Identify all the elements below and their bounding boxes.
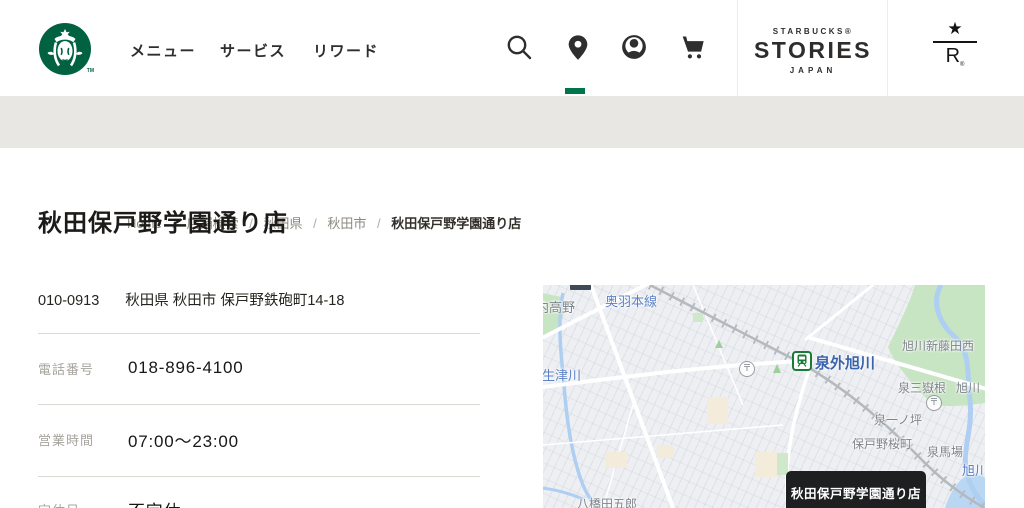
breadcrumb-separator: /: [376, 216, 381, 231]
store-locator-pin-icon[interactable]: [564, 33, 592, 61]
store-title: 秋田保戸野学園通り店: [38, 210, 288, 237]
hours-value: 07:00〜23:00: [128, 431, 239, 451]
store-detail-page: TM メニュー サービス リワード STARBUCKS® STORIES JAP…: [0, 0, 1024, 508]
store-map-tooltip[interactable]: 秋田保戸野学園通り店: [786, 471, 926, 508]
hours-label: 営業時間: [38, 432, 95, 448]
store-locator-active-indicator: [565, 88, 585, 94]
breadcrumb-separator: /: [313, 216, 317, 231]
cart-icon[interactable]: [678, 33, 706, 61]
row-divider: [38, 404, 480, 405]
map-label-izumi-ichinotsubo: 泉一ノ坪: [874, 413, 923, 427]
rakuten-star-icon: ★: [947, 19, 963, 38]
map-label-asahikawa-river: 旭川: [962, 463, 985, 478]
address-text: 秋田県 秋田市 保戸野鉄砲町14-18: [125, 293, 345, 309]
postal-code: 010-0913: [38, 293, 100, 309]
stories-top-line: STARBUCKS®: [772, 27, 854, 36]
holiday-value: 不定休: [128, 497, 181, 508]
map-label-izumi-mitakene: 泉三嶽根: [898, 381, 947, 395]
starbucks-stories-logo[interactable]: STARBUCKS® STORIES JAPAN: [738, 27, 888, 75]
row-divider: [38, 476, 480, 477]
holiday-label: 定休日: [38, 500, 128, 508]
detail-row-phone: 電話番号 018-896-4100: [38, 351, 480, 385]
nav-services[interactable]: サービス: [220, 40, 286, 61]
row-divider: [38, 333, 480, 334]
nav-rewards[interactable]: リワード: [313, 40, 379, 61]
siren-icon: [39, 23, 91, 75]
rakuten-points-logo[interactable]: ★ R®: [888, 19, 1022, 68]
rakuten-letter: R: [945, 45, 961, 67]
map-label-izumi-baba: 泉馬場: [927, 445, 964, 459]
stories-main-line: STORIES: [753, 37, 873, 63]
detail-row-holiday: 定休日 不定休: [38, 492, 480, 508]
account-icon[interactable]: [620, 33, 648, 61]
breadcrumb-city[interactable]: 秋田市: [327, 216, 366, 231]
map-label-yabase-tagoro: 八橋田五郎: [577, 497, 638, 508]
map-clipped-marker: [570, 285, 591, 290]
breadcrumb-bar: Home / 店舗検索 / 秋田県 / 秋田市 / 秋田保戸野学園通り店: [0, 96, 1024, 231]
post-office-icon: 〒: [739, 361, 755, 377]
rakuten-logo-bar: [933, 41, 977, 43]
site-header: TM メニュー サービス リワード STARBUCKS® STORIES JAP…: [0, 0, 1024, 96]
breadcrumb-current-store: 秋田保戸野学園通り店: [391, 216, 522, 231]
starbucks-logo[interactable]: TM: [38, 22, 94, 76]
phone-value: 018-896-4100: [128, 358, 244, 377]
search-icon[interactable]: [505, 33, 533, 61]
map-label-kusozu-river: 草生津川: [543, 368, 582, 383]
store-map[interactable]: 奥羽本線 内高野 草生津川 泉外旭川 旭川新藤田西 泉三嶽根 旭川 泉一ノ坪 保…: [543, 285, 985, 508]
station-icon[interactable]: [792, 351, 812, 371]
phone-label: 電話番号: [38, 361, 95, 377]
post-office-icon: 〒: [926, 395, 942, 411]
logo-tm-mark: TM: [86, 68, 94, 74]
nav-menu[interactable]: メニュー: [130, 40, 196, 61]
map-label-asahikawa-area: 旭川: [956, 381, 981, 395]
map-label-hodono-sakuramachi: 保戸野桜町: [852, 437, 913, 451]
store-address: 010-0913 秋田県 秋田市 保戸野鉄砲町14-18: [38, 289, 344, 310]
detail-row-hours: 営業時間 07:00〜23:00: [38, 422, 480, 456]
map-label-rail-line: 奥羽本線: [605, 294, 658, 309]
map-label-asahikawa-shinfujita-nishi: 旭川新藤田西: [902, 339, 975, 353]
map-label-takano: 内高野: [543, 300, 576, 315]
stories-bottom-line: JAPAN: [789, 66, 837, 75]
station-name-label: 泉外旭川: [815, 355, 876, 372]
rakuten-reg-mark: ®: [960, 62, 965, 68]
